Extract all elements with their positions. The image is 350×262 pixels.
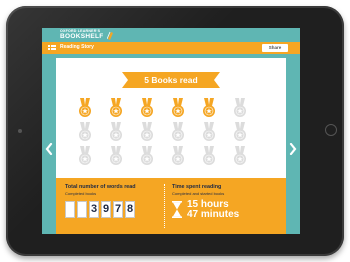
medal-icon [141,146,153,165]
menu-icon[interactable] [48,45,56,51]
banner-text: 5 Books read [144,75,198,85]
word-count-digit [77,201,87,218]
medal-row [78,122,248,142]
words-heading: Total number of words read [65,184,136,190]
word-count-digit: 3 [89,201,99,218]
medal-icon [79,98,91,117]
app-screen: OXFORD LEARNER'S BOOKSHELF Reading Story… [42,28,300,234]
medal-row [78,146,248,166]
word-count-digit: 8 [125,201,135,218]
medal-icon [79,122,91,141]
medal-icon [110,98,122,117]
logo-big-text: BOOKSHELF [60,32,104,40]
time-spent: 15 hours 47 minutes [187,200,239,220]
medal-icon [203,146,215,165]
chevron-right-icon[interactable] [289,143,297,155]
word-count-digit: 9 [101,201,111,218]
medal-icon [234,98,246,117]
page-title: Reading Story [60,44,94,50]
stats-divider [164,184,165,228]
top-bar: OXFORD LEARNER'S BOOKSHELF [42,28,300,42]
medal-icon [79,146,91,165]
medal-icon [110,122,122,141]
time-heading: Time spent reading [172,184,222,190]
medal-icon [234,146,246,165]
medal-icon [234,122,246,141]
medal-icon [203,122,215,141]
medal-icon [141,98,153,117]
chevron-left-icon[interactable] [45,143,53,155]
word-count-digit: 7 [113,201,123,218]
title-bar: Reading Story Share [42,42,300,54]
time-subheading: Completed and started books [172,191,225,196]
words-subheading: Completed books [65,191,97,196]
book-logo-icon [106,31,113,40]
home-button[interactable] [325,124,337,136]
time-minutes: 47 minutes [187,209,240,220]
medal-icon [141,122,153,141]
medal-row [78,98,248,118]
app-logo: OXFORD LEARNER'S BOOKSHELF [60,28,114,42]
medal-icon [203,98,215,117]
medal-icon [172,122,184,141]
medal-icon [110,146,122,165]
medal-icon [172,98,184,117]
camera [18,129,22,133]
hourglass-icon [172,201,182,218]
stats-panel: Total number of words read Completed boo… [56,178,286,234]
medal-icon [172,146,184,165]
word-count-digit [65,201,75,218]
share-button[interactable]: Share [262,44,288,52]
